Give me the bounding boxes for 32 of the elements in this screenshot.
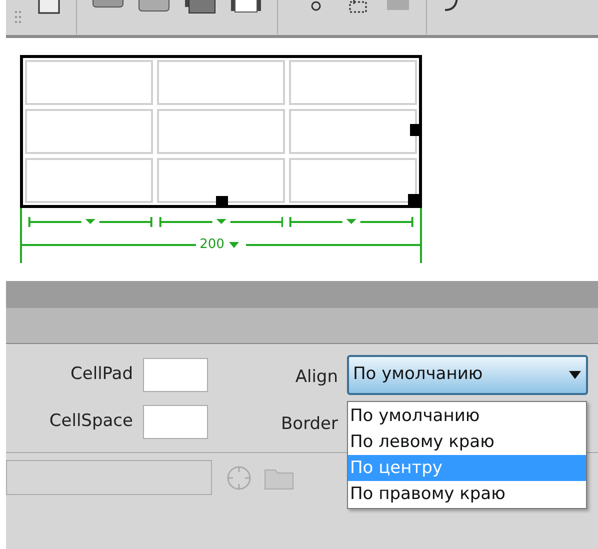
column-width-marker[interactable]: [289, 216, 414, 228]
caret-icon: [568, 371, 582, 379]
resize-handle[interactable]: [216, 196, 228, 208]
table-cell[interactable]: [289, 109, 417, 154]
resize-handle[interactable]: [410, 124, 422, 136]
align-select[interactable]: По умолчанию: [347, 355, 588, 395]
caret-icon[interactable]: [228, 240, 240, 248]
dropdown-option[interactable]: По левому краю: [348, 429, 586, 455]
table-cell[interactable]: [157, 60, 285, 105]
link-field[interactable]: [6, 460, 212, 495]
grip-icon[interactable]: [14, 10, 22, 24]
column-width-marker[interactable]: [158, 216, 284, 228]
dropdown-option[interactable]: По правому краю: [348, 481, 586, 507]
cellpad-label: CellPad: [70, 363, 133, 386]
dropdown-option[interactable]: По умолчанию: [348, 403, 586, 429]
table-cell[interactable]: [25, 60, 153, 105]
table-width-label[interactable]: 200: [196, 238, 228, 251]
cellpad-field[interactable]: [143, 358, 208, 392]
border-label: Border: [281, 413, 338, 436]
table-cell[interactable]: [25, 158, 153, 203]
cellspace-field[interactable]: [143, 405, 208, 439]
table-cell[interactable]: [289, 60, 417, 105]
cellspace-label: CellSpace: [49, 410, 133, 434]
crosshair-icon[interactable]: [226, 464, 252, 490]
table-cell[interactable]: [157, 158, 285, 203]
table-cell[interactable]: [289, 158, 417, 203]
align-label: Align: [295, 366, 338, 390]
column-width-marker[interactable]: [28, 216, 153, 228]
resize-handle[interactable]: [408, 194, 422, 208]
table[interactable]: [20, 55, 422, 208]
table-cell[interactable]: [25, 109, 153, 154]
table-cell[interactable]: [157, 109, 285, 154]
